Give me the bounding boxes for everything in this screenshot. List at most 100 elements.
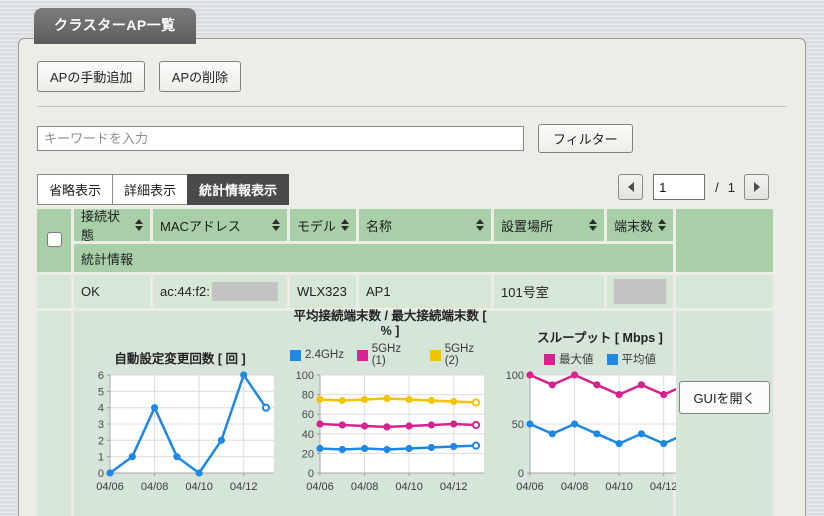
column-header-status[interactable]: 接続状態 xyxy=(74,209,150,243)
legend-label: 5GHz (1) xyxy=(371,343,402,367)
chart-canvas: 0 20 40 60 80 100 04/06 04/08 04/10 04/12 xyxy=(296,370,484,493)
legend-item: 最大値 xyxy=(544,351,594,367)
svg-text:1: 1 xyxy=(98,452,104,464)
svg-text:04/10: 04/10 xyxy=(185,481,213,493)
subheader-statistics: 統計情報 xyxy=(74,244,673,272)
svg-text:100: 100 xyxy=(506,370,524,382)
legend-swatch xyxy=(430,349,441,361)
select-all-checkbox[interactable] xyxy=(46,232,62,247)
svg-text:6: 6 xyxy=(98,370,104,382)
ap-table: 接続状態 MACアドレス モデル 名称 設置場所 端末数 統計情報 OK ac:… xyxy=(37,209,773,516)
svg-text:0: 0 xyxy=(98,468,104,480)
svg-text:04/08: 04/08 xyxy=(351,481,379,493)
open-gui-button[interactable]: GUIを開く xyxy=(679,381,770,414)
chart-config-changes: 自動設定変更回数 [ 回 ] 0 1 2 3 4 5 6 04/06 04/08 04/10 04/… xyxy=(80,319,280,516)
svg-text:60: 60 xyxy=(302,409,314,421)
legend-item: 2.4GHz xyxy=(290,343,344,367)
redacted-value xyxy=(211,282,278,301)
svg-text:04/12: 04/12 xyxy=(230,481,258,493)
chart-throughput: スループット [ Mbps ] 最大値 平均値 0 50 100 04/06 04/08 0… xyxy=(500,319,700,516)
page-separator: / xyxy=(715,179,719,195)
chevron-left-icon xyxy=(627,182,634,192)
row-select-cell xyxy=(37,275,71,308)
svg-text:04/06: 04/06 xyxy=(516,481,544,493)
svg-text:2: 2 xyxy=(98,435,104,447)
legend-label: 平均値 xyxy=(621,354,657,366)
cell-mac: ac:44:f2: xyxy=(153,275,287,308)
gui-cell: GUIを開く xyxy=(676,311,773,516)
delete-ap-button[interactable]: APの削除 xyxy=(158,61,242,92)
filter-row: フィルター xyxy=(37,124,787,153)
pagination: / 1 xyxy=(618,174,769,200)
legend-swatch xyxy=(544,353,555,365)
cell-clients xyxy=(607,275,673,308)
svg-text:04/10: 04/10 xyxy=(605,481,633,493)
svg-text:04/08: 04/08 xyxy=(561,481,589,493)
svg-text:04/08: 04/08 xyxy=(141,481,169,493)
cell-location: 101号室 xyxy=(494,275,604,308)
svg-text:04/12: 04/12 xyxy=(650,481,678,493)
sort-icon[interactable] xyxy=(135,219,143,231)
svg-text:40: 40 xyxy=(302,429,314,441)
sort-icon[interactable] xyxy=(589,219,597,231)
view-tabs-row: 省略表示 詳細表示 統計情報表示 / 1 xyxy=(37,174,787,205)
column-header-mac[interactable]: MACアドレス xyxy=(153,209,287,241)
keyword-input[interactable] xyxy=(37,126,524,151)
statistics-cell: 自動設定変更回数 [ 回 ] 0 1 2 3 4 5 6 04/06 04/08 04/10 04/… xyxy=(74,309,694,516)
column-header-model[interactable]: モデル xyxy=(290,209,356,241)
sort-icon[interactable] xyxy=(658,219,666,231)
chart-legend: 2.4GHz 5GHz (1) 5GHz (2) xyxy=(290,343,490,367)
chart-legend: 最大値 平均値 xyxy=(500,351,700,367)
svg-text:80: 80 xyxy=(302,390,314,402)
svg-text:50: 50 xyxy=(512,419,524,431)
sort-icon[interactable] xyxy=(272,219,280,231)
column-header-location[interactable]: 設置場所 xyxy=(494,209,604,241)
svg-text:100: 100 xyxy=(296,370,314,382)
column-header-name[interactable]: 名称 xyxy=(359,209,491,241)
next-page-button[interactable] xyxy=(744,174,769,200)
toolbar: APの手動追加 APの削除 xyxy=(37,61,787,92)
page-title-tab: クラスターAP一覧 xyxy=(34,8,196,44)
cell-status: OK xyxy=(74,275,150,308)
legend-item: 平均値 xyxy=(606,351,657,367)
legend-item: 5GHz (1) xyxy=(357,343,417,367)
legend-label: 5GHz (2) xyxy=(444,343,475,367)
legend-swatch xyxy=(290,349,301,361)
divider xyxy=(37,106,787,107)
chart-client-count: 平均接続端末数 / 最大接続端末数 [ % ] 2.4GHz 5GHz (1) 5G… xyxy=(290,309,490,516)
tab-statistics-view[interactable]: 統計情報表示 xyxy=(187,174,290,205)
column-header-empty xyxy=(676,209,773,272)
svg-text:20: 20 xyxy=(302,448,314,460)
svg-text:04/06: 04/06 xyxy=(96,481,124,493)
svg-text:04/12: 04/12 xyxy=(440,481,468,493)
chevron-right-icon xyxy=(753,182,760,192)
column-header-clients[interactable]: 端末数 xyxy=(607,209,673,241)
legend-item: 5GHz (2) xyxy=(430,343,490,367)
sort-icon[interactable] xyxy=(476,219,484,231)
legend-label: 2.4GHz xyxy=(305,349,344,361)
svg-text:4: 4 xyxy=(98,403,104,415)
select-all-cell xyxy=(37,209,71,272)
cell-name: AP1 xyxy=(359,275,491,308)
prev-page-button[interactable] xyxy=(618,174,644,200)
svg-text:04/06: 04/06 xyxy=(306,481,334,493)
chart-title: 自動設定変更回数 [ 回 ] xyxy=(114,352,246,366)
sort-icon[interactable] xyxy=(341,219,349,231)
stats-left-cell xyxy=(37,311,71,516)
main-panel: APの手動追加 APの削除 フィルター 省略表示 詳細表示 統計情報表示 / 1 xyxy=(18,38,806,516)
filter-button[interactable]: フィルター xyxy=(538,124,633,153)
chart-title: スループット [ Mbps ] xyxy=(537,331,663,345)
tab-summary-view[interactable]: 省略表示 xyxy=(37,174,114,205)
page-number-input[interactable] xyxy=(653,174,706,200)
svg-text:0: 0 xyxy=(518,468,524,480)
page: { "page_tab": "クラスターAP一覧", "toolbar": { … xyxy=(0,0,824,516)
legend-label: 最大値 xyxy=(559,354,594,366)
tab-detail-view[interactable]: 詳細表示 xyxy=(112,174,189,205)
add-ap-button[interactable]: APの手動追加 xyxy=(37,61,146,92)
legend-swatch xyxy=(357,349,368,361)
chart-canvas: 0 50 100 04/06 04/08 04/10 04/12 xyxy=(506,370,694,493)
cell-row-empty xyxy=(676,275,773,308)
svg-text:3: 3 xyxy=(98,419,104,431)
page-total: 1 xyxy=(727,179,735,195)
chart-canvas: 0 1 2 3 4 5 6 04/06 04/08 04/10 04/12 xyxy=(96,370,274,493)
